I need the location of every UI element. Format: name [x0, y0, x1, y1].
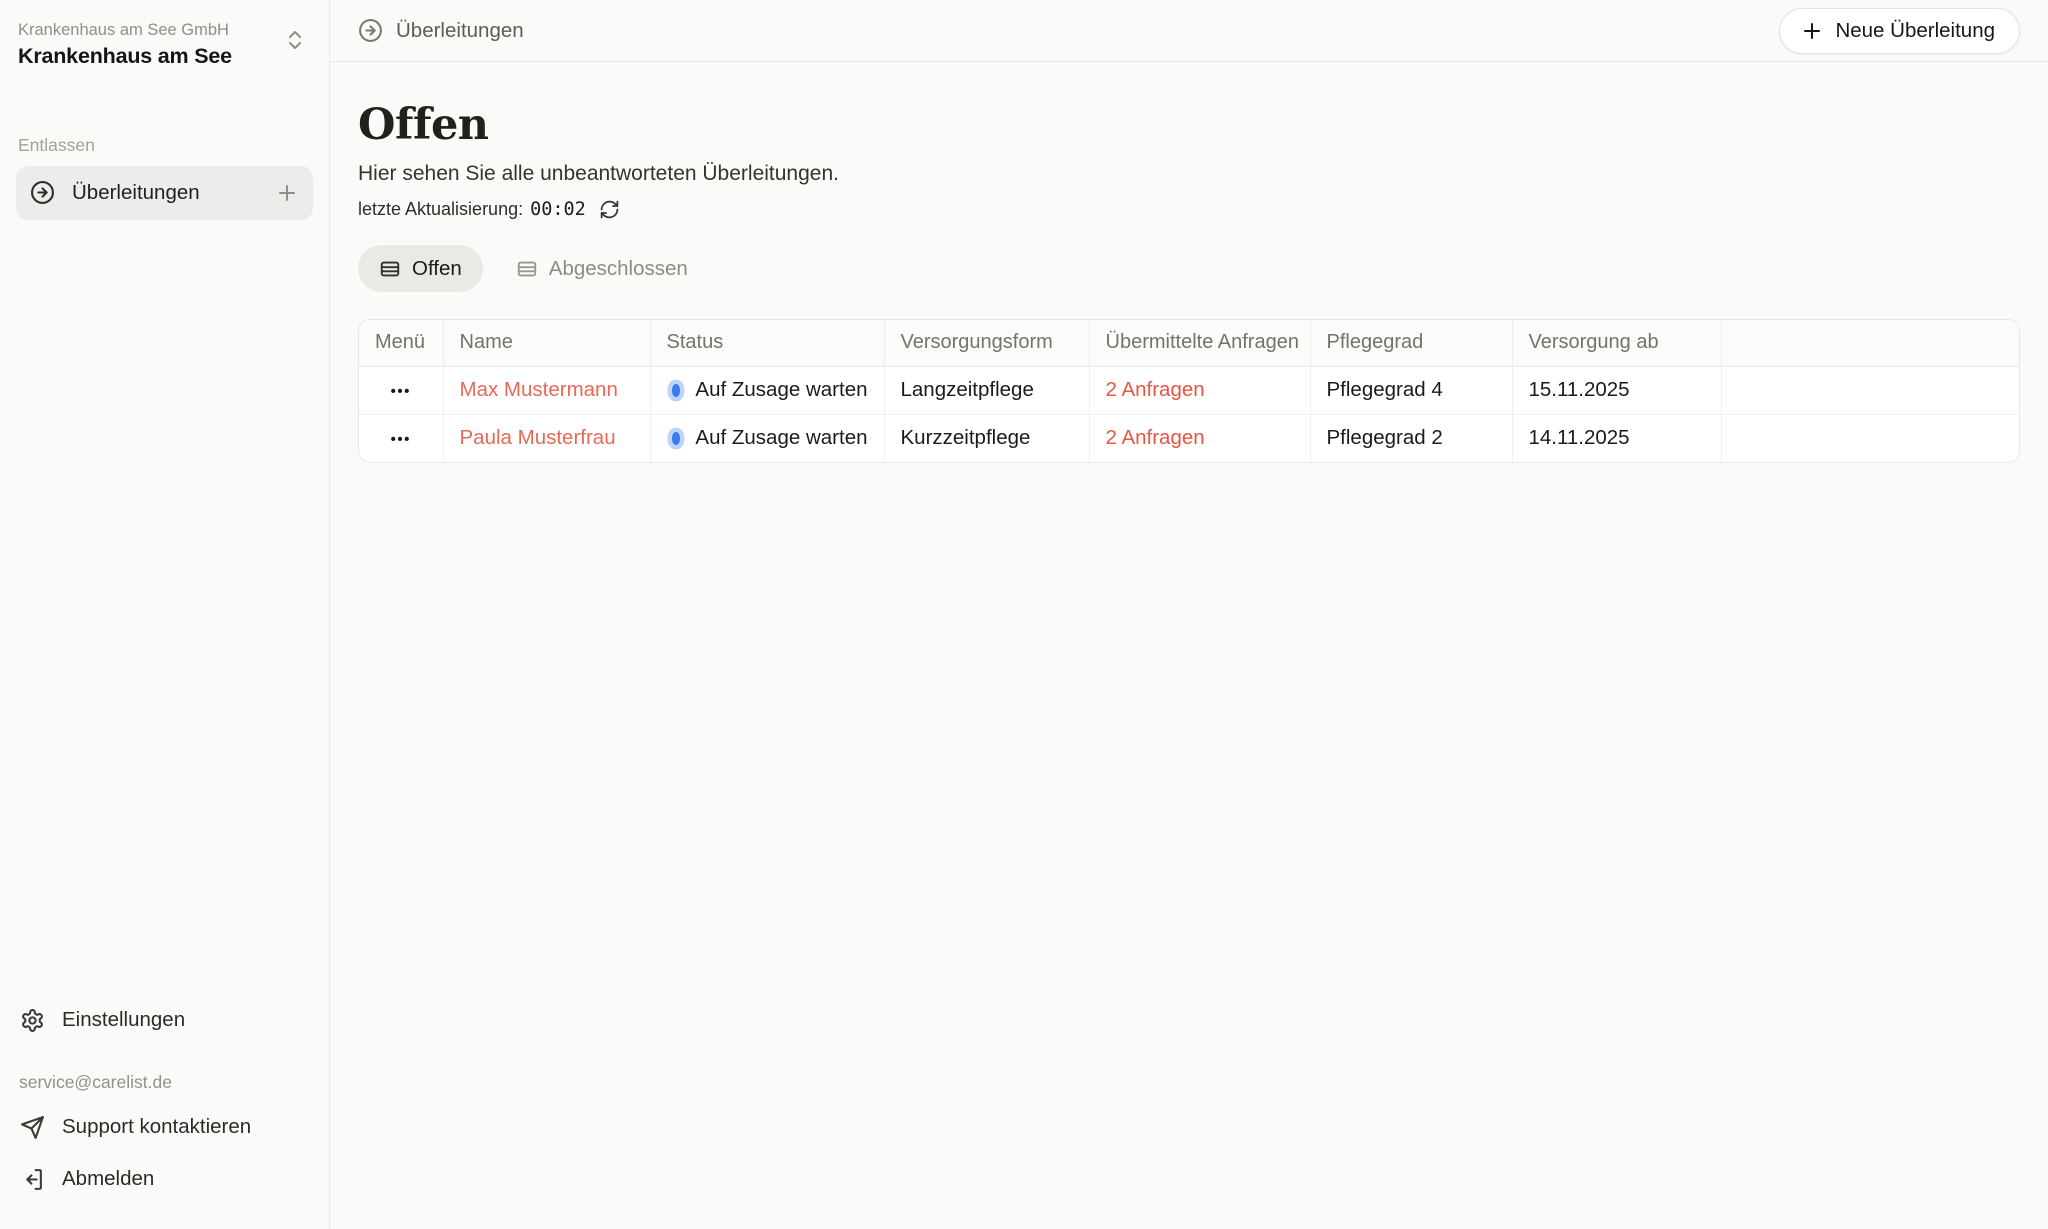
contact-support-button[interactable]: Support kontaktieren [16, 1101, 313, 1153]
breadcrumb-label: Überleitungen [396, 19, 524, 43]
patient-name-link[interactable]: Paula Musterfrau [460, 426, 616, 449]
settings-label: Einstellungen [62, 1008, 185, 1032]
arrow-right-circle-icon [358, 18, 383, 43]
status-dot [672, 384, 681, 397]
column-header-menu: Menü [359, 320, 443, 366]
row-versorgung-ab-cell: 15.11.2025 [1512, 366, 1721, 414]
tab-abgeschlossen-label: Abgeschlossen [549, 257, 688, 281]
column-header-empty [1721, 320, 2019, 366]
content: Offen Hier sehen Sie alle unbeantwortete… [330, 62, 2048, 1229]
table-header-row: Menü Name Status Versorgungsform Übermit… [359, 320, 2019, 366]
contact-support-label: Support kontaktieren [62, 1115, 251, 1139]
org-switcher[interactable]: Krankenhaus am See GmbH Krankenhaus am S… [16, 18, 313, 71]
row-status-cell: Auf Zusage warten [650, 366, 884, 414]
main-area: Überleitungen Neue Überleitung Offen Hie… [330, 0, 2048, 1229]
row-pflegegrad-cell: Pflegegrad 2 [1310, 414, 1512, 462]
table-icon [379, 258, 401, 280]
sidebar-section-label: Entlassen [18, 135, 313, 156]
status-label: Auf Zusage warten [695, 378, 867, 402]
arrow-right-circle-icon [30, 180, 55, 205]
sidebar-spacer [16, 220, 313, 994]
tab-abgeschlossen[interactable]: Abgeschlossen [495, 245, 709, 292]
row-anfragen-cell: 2 Anfragen [1089, 366, 1310, 414]
tab-offen[interactable]: Offen [358, 245, 483, 292]
row-anfragen-cell: 2 Anfragen [1089, 414, 1310, 462]
plus-icon[interactable] [275, 181, 299, 205]
page-title: Offen [358, 100, 2020, 150]
row-empty-cell [1721, 414, 2019, 462]
last-update-label: letzte Aktualisierung: [358, 199, 523, 220]
row-menu-cell: ••• [359, 366, 443, 414]
plus-icon [1800, 19, 1824, 43]
sidebar: Krankenhaus am See GmbH Krankenhaus am S… [0, 0, 330, 1229]
column-header-versorgungsform: Versorgungsform [884, 320, 1089, 366]
new-ueberleitung-label: Neue Überleitung [1835, 19, 1995, 43]
ueberleitungen-table: Menü Name Status Versorgungsform Übermit… [358, 319, 2020, 463]
row-menu-button[interactable]: ••• [391, 431, 411, 448]
table-row: ••• Max Mustermann Auf Zusage warten Lan… [359, 366, 2019, 414]
chevrons-up-down-icon [283, 28, 307, 52]
last-update-line: letzte Aktualisierung: 00:02 [358, 199, 2020, 220]
row-pflegegrad-cell: Pflegegrad 4 [1310, 366, 1512, 414]
row-status-cell: Auf Zusage warten [650, 414, 884, 462]
table-icon [516, 258, 538, 280]
column-header-versorgung-ab: Versorgung ab [1512, 320, 1721, 366]
anfragen-link[interactable]: 2 Anfragen [1106, 426, 1205, 449]
last-update-time: 00:02 [530, 199, 586, 220]
table-row: ••• Paula Musterfrau Auf Zusage warten K… [359, 414, 2019, 462]
row-versorgung-ab-cell: 14.11.2025 [1512, 414, 1721, 462]
org-switcher-labels: Krankenhaus am See GmbH Krankenhaus am S… [18, 20, 232, 69]
tab-offen-label: Offen [412, 257, 462, 281]
gear-icon [20, 1008, 45, 1033]
org-subtitle: Krankenhaus am See GmbH [18, 20, 232, 41]
new-ueberleitung-button[interactable]: Neue Überleitung [1779, 8, 2020, 54]
account-email: service@carelist.de [19, 1072, 313, 1093]
sidebar-item-ueberleitungen[interactable]: Überleitungen [16, 166, 313, 220]
row-empty-cell [1721, 366, 2019, 414]
patient-name-link[interactable]: Max Mustermann [460, 378, 618, 401]
logout-label: Abmelden [62, 1167, 154, 1191]
refresh-button[interactable] [599, 199, 620, 220]
logout-button[interactable]: Abmelden [16, 1153, 313, 1205]
row-name-cell: Paula Musterfrau [443, 414, 650, 462]
column-header-status: Status [650, 320, 884, 366]
breadcrumb[interactable]: Überleitungen [358, 18, 524, 43]
column-header-name: Name [443, 320, 650, 366]
page-subtitle: Hier sehen Sie alle unbeantworteten Über… [358, 162, 2020, 186]
refresh-icon [599, 199, 620, 220]
row-name-cell: Max Mustermann [443, 366, 650, 414]
status-dot [672, 432, 681, 445]
logout-icon [20, 1167, 45, 1192]
row-versorgungsform-cell: Langzeitpflege [884, 366, 1089, 414]
row-menu-cell: ••• [359, 414, 443, 462]
send-icon [20, 1115, 45, 1140]
org-title: Krankenhaus am See [18, 44, 232, 69]
column-header-anfragen: Übermittelte Anfragen [1089, 320, 1310, 366]
row-menu-button[interactable]: ••• [391, 383, 411, 400]
topbar: Überleitungen Neue Überleitung [330, 0, 2048, 62]
anfragen-link[interactable]: 2 Anfragen [1106, 378, 1205, 401]
settings-button[interactable]: Einstellungen [16, 994, 313, 1046]
row-versorgungsform-cell: Kurzzeitpflege [884, 414, 1089, 462]
column-header-pflegegrad: Pflegegrad [1310, 320, 1512, 366]
sidebar-item-label: Überleitungen [72, 181, 200, 205]
status-label: Auf Zusage warten [695, 426, 867, 450]
view-tabs: Offen Abgeschlossen [358, 245, 2020, 292]
